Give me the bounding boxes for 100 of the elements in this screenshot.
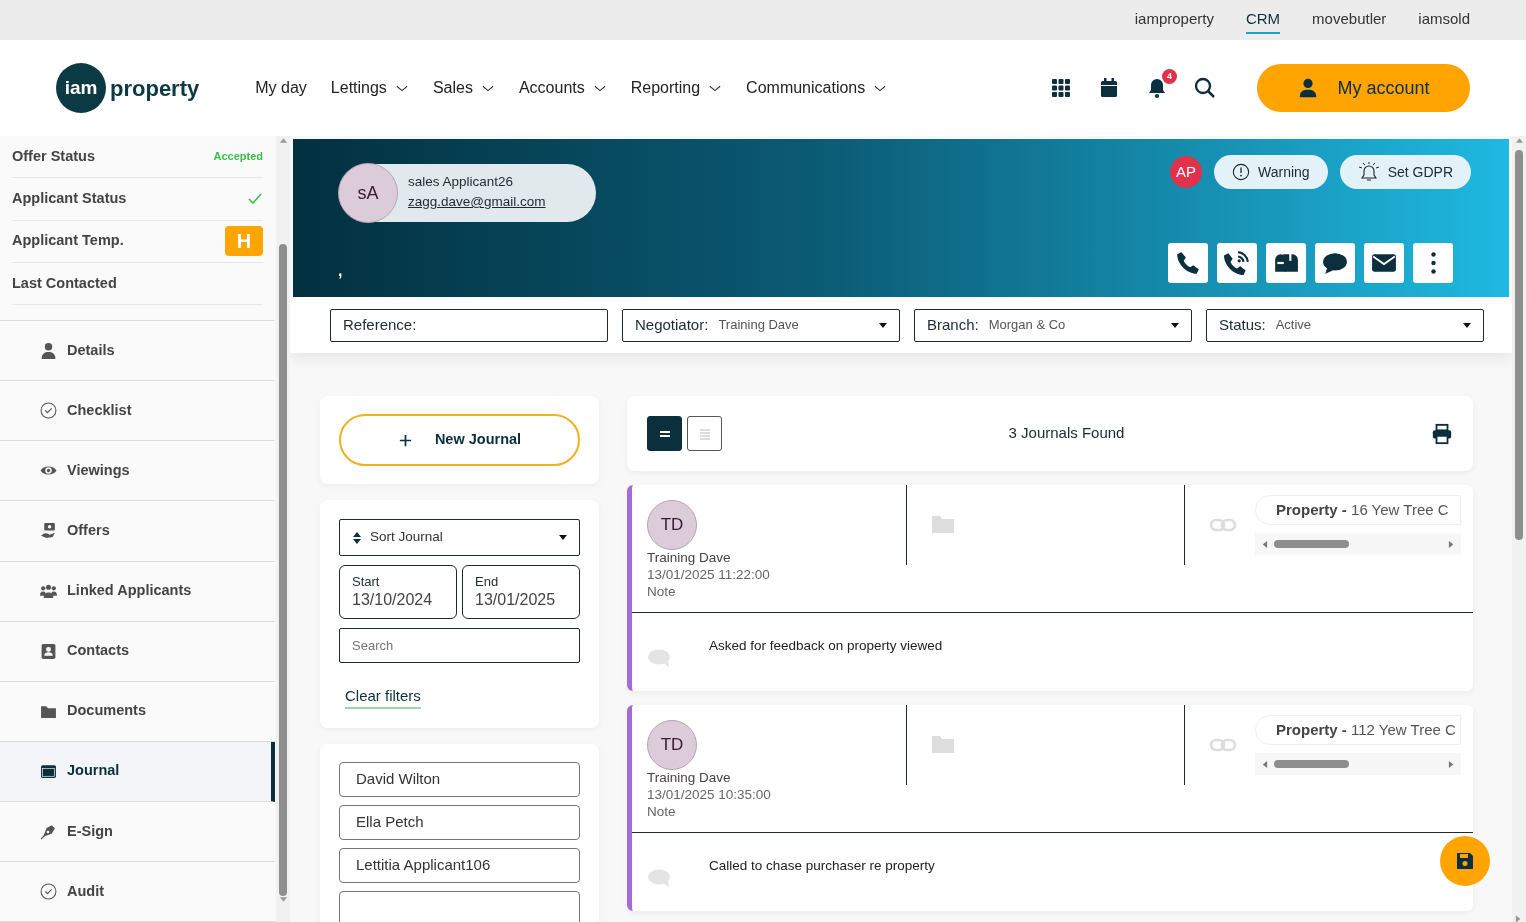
nav-menu-item[interactable]: Communications: [746, 76, 888, 100]
search-field[interactable]: Search: [339, 628, 580, 663]
sort-icon: [352, 530, 362, 545]
scroll-up-icon: [1514, 136, 1524, 144]
comment-icon: [647, 648, 671, 668]
scroll-up-icon: [278, 136, 288, 144]
link-icon: [1209, 517, 1237, 533]
field-value: Active: [1275, 316, 1312, 335]
scroll-right-icon: [1448, 539, 1455, 549]
logo-mark: iam: [56, 63, 106, 113]
journal-type: Note: [647, 803, 677, 821]
journal-note: Asked for feedback on property viewed: [709, 637, 943, 655]
filter-field[interactable]: Negotiator: Training Dave: [622, 308, 900, 342]
filter-field[interactable]: Status: Active: [1206, 308, 1484, 342]
folder-icon: [931, 513, 955, 534]
view-toggle-button[interactable]: [647, 416, 682, 451]
account-button[interactable]: My account: [1257, 64, 1470, 112]
author-name: Training Dave: [647, 550, 732, 567]
temperature-badge: H: [225, 226, 263, 257]
action-button[interactable]: [1315, 243, 1355, 283]
person-filter-chip[interactable]: David Wilton: [339, 762, 580, 797]
field-label: Reference:: [343, 314, 417, 335]
sidebar-item[interactable]: Contacts: [0, 621, 275, 682]
chat-bubble-icon: [1322, 250, 1348, 276]
sidebar-item[interactable]: Linked Applicants: [0, 561, 275, 622]
view-toggle-button[interactable]: [687, 416, 722, 451]
sidebar-item[interactable]: Offers: [0, 501, 275, 562]
action-button[interactable]: [1217, 243, 1257, 283]
action-button[interactable]: [1168, 243, 1208, 283]
field-label: Last Contacted: [12, 273, 117, 293]
date-field[interactable]: Start 13/10/2024: [339, 565, 457, 619]
nav-menu-item[interactable]: Reporting: [630, 76, 723, 100]
status-text: Accepted: [213, 149, 263, 165]
save-icon: [1455, 851, 1475, 871]
search-icon[interactable]: [1193, 76, 1217, 100]
save-button[interactable]: [1440, 836, 1490, 886]
banner-pill-button[interactable]: Set GDPR: [1339, 155, 1471, 189]
date-field[interactable]: End 13/01/2025: [462, 565, 580, 619]
result-count: 3 Journals Found: [1007, 423, 1126, 444]
apps-grid-icon[interactable]: [1049, 76, 1073, 100]
check-circle-icon: [40, 402, 57, 420]
sidebar-item[interactable]: Viewings: [0, 441, 275, 502]
site-link[interactable]: movebutler: [1312, 5, 1387, 35]
field-label: Offer Status: [12, 146, 95, 166]
journal-note: Called to chase purchaser re property: [709, 857, 935, 875]
field-label: Branch:: [927, 314, 979, 335]
field-label: Applicant Temp.: [12, 231, 124, 251]
site-link[interactable]: CRM: [1245, 5, 1281, 35]
sidebar-item[interactable]: Audit: [0, 862, 275, 922]
nav-menu-item[interactable]: Accounts: [518, 76, 607, 100]
check-icon: [247, 191, 263, 207]
link-icon: [1209, 737, 1237, 753]
nav-menu-item[interactable]: Sales: [432, 76, 495, 100]
sidebar-item[interactable]: Details: [0, 321, 275, 382]
field-label: Negotiator:: [635, 314, 709, 335]
field-label: Applicant Status: [12, 189, 127, 209]
field-value: Morgan & Co: [988, 316, 1066, 335]
people-icon: [40, 582, 57, 600]
scroll-left-icon: [1261, 539, 1268, 549]
person-filter-chip[interactable]: [339, 891, 580, 922]
nav-menu-item[interactable]: Lettings: [330, 76, 409, 100]
applicant-name: sales Applicant26: [408, 172, 515, 191]
site-link[interactable]: iamsold: [1418, 5, 1470, 35]
plus-icon: [397, 432, 413, 448]
filter-field[interactable]: Reference:: [330, 308, 608, 342]
banner-pill-button[interactable]: Warning: [1214, 155, 1328, 189]
print-icon[interactable]: [1431, 422, 1453, 445]
window-icon: [40, 762, 57, 780]
comment-icon: [647, 868, 671, 888]
scrollbar[interactable]: [276, 136, 290, 922]
phone-icon: [1175, 250, 1201, 276]
author-avatar: TD: [647, 500, 697, 550]
field-value: Training Dave: [718, 316, 799, 335]
filter-field[interactable]: Branch: Morgan & Co: [914, 308, 1192, 342]
sidebar-item[interactable]: Checklist: [0, 381, 275, 442]
sidebar-item[interactable]: Journal: [0, 741, 275, 802]
scroll-left-icon: [1261, 759, 1268, 769]
user-icon: [40, 342, 57, 360]
person-filter-chip[interactable]: Ella Petch: [339, 805, 580, 840]
horizontal-scrollbar[interactable]: [1255, 753, 1461, 775]
sidebar-item[interactable]: E-Sign: [0, 801, 275, 862]
action-button[interactable]: [1364, 243, 1404, 283]
new-journal-button[interactable]: New Journal: [339, 414, 580, 466]
author-name: Training Dave: [647, 770, 732, 787]
pen-nib-icon: [40, 822, 57, 840]
sidebar-item[interactable]: Documents: [0, 681, 275, 742]
horizontal-scrollbar[interactable]: [1255, 533, 1461, 555]
scrollbar[interactable]: [1512, 136, 1526, 922]
email-link[interactable]: zagg.dave@gmail.com: [408, 192, 546, 213]
hand-cash-icon: [40, 522, 57, 540]
nav-menu-item[interactable]: My day: [255, 76, 307, 100]
check-circle-icon: [40, 883, 57, 901]
journal-type: Note: [647, 583, 677, 601]
person-filter-chip[interactable]: Lettitia Applicant106: [339, 848, 580, 883]
sort-dropdown[interactable]: Sort Journal: [339, 519, 580, 556]
author-avatar: TD: [647, 720, 697, 770]
action-button[interactable]: [1266, 243, 1306, 283]
site-link[interactable]: iamproperty: [1134, 5, 1214, 35]
clear-filters-link[interactable]: Clear filters: [345, 687, 421, 709]
more-vertical-icon: [1430, 252, 1436, 274]
